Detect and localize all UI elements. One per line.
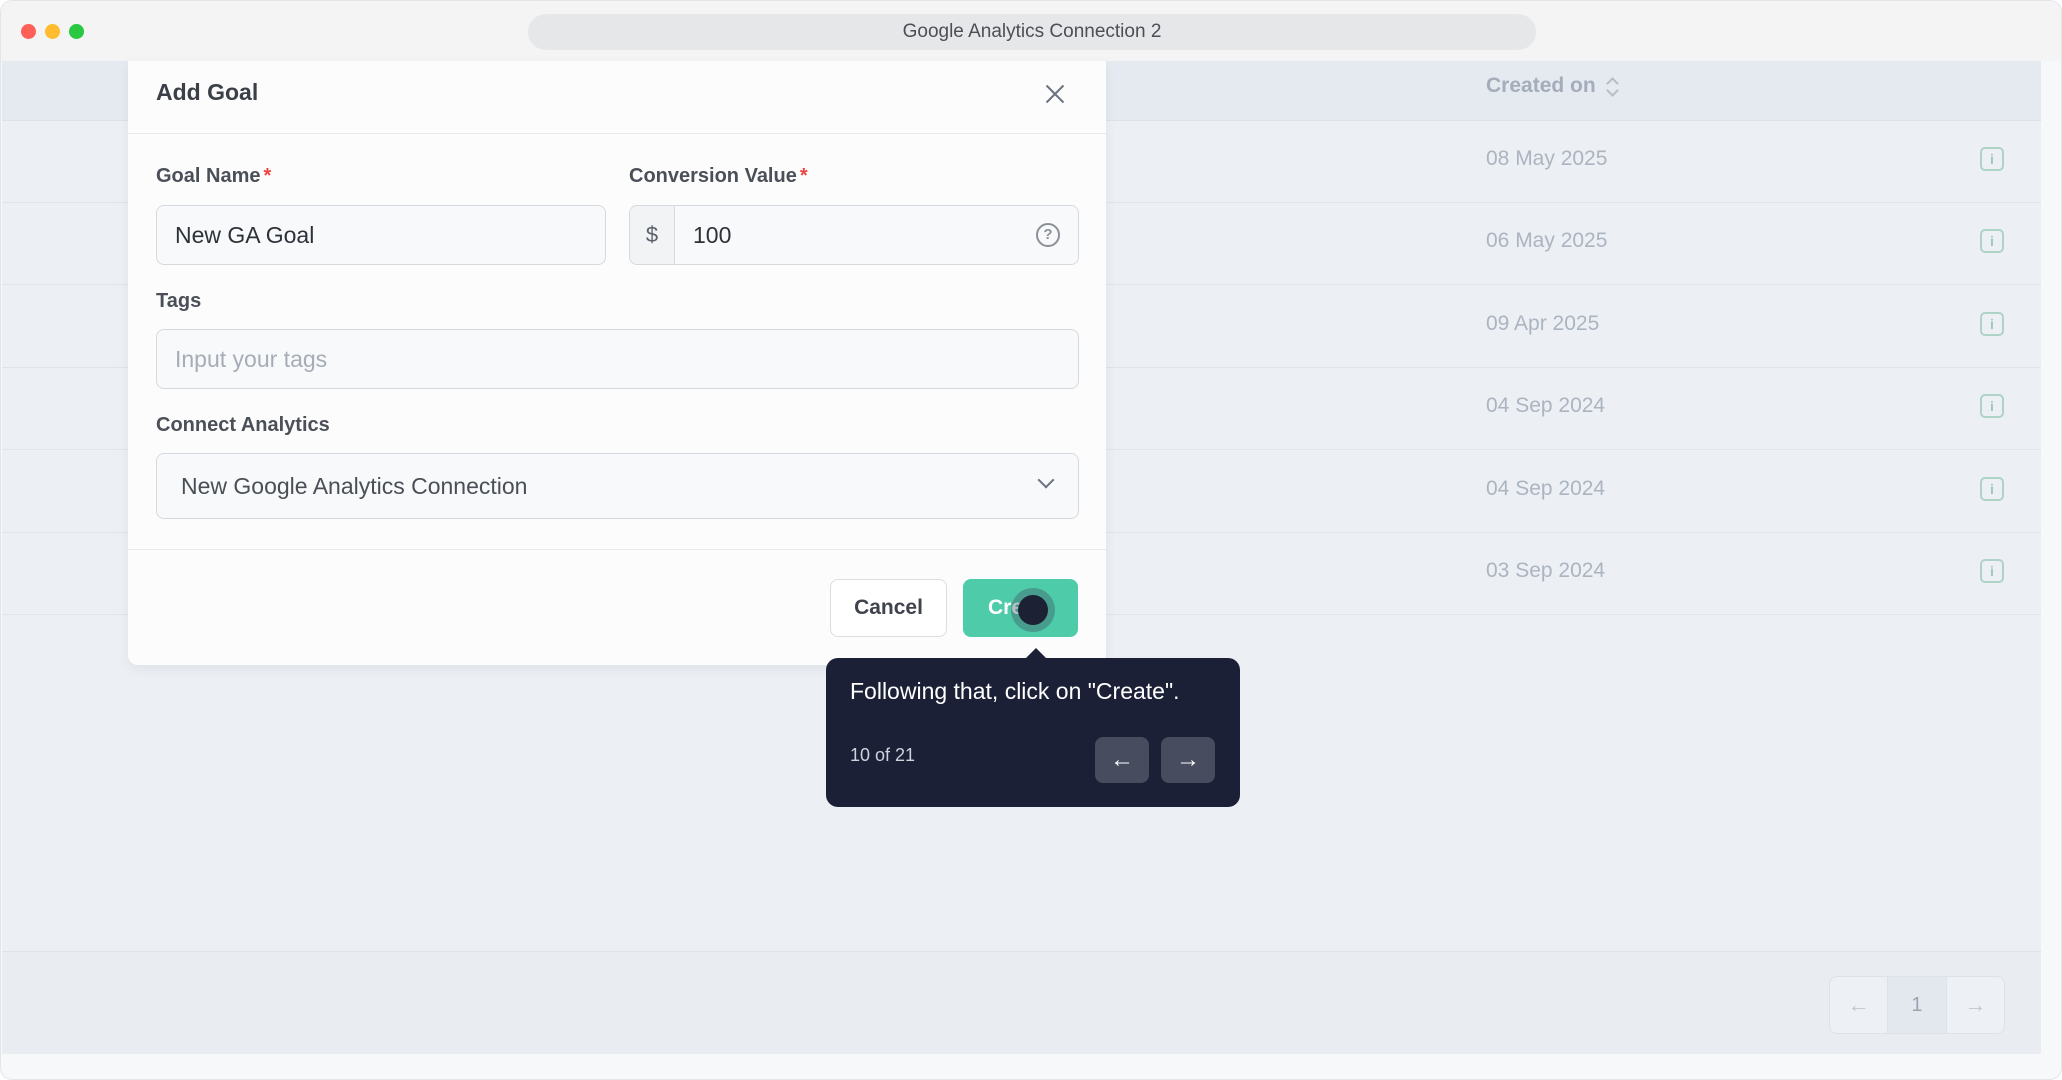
step-counter: 10 of 21 — [850, 745, 916, 765]
maximize-window-dot[interactable] — [69, 24, 84, 39]
guide-tooltip: Following that, click on "Create". 10 of… — [826, 648, 1240, 807]
help-icon[interactable]: ? — [1036, 223, 1060, 247]
pagination-next-button[interactable]: → — [1947, 977, 2004, 1033]
previous-step-button[interactable]: ← — [1095, 737, 1149, 783]
modal-footer: Cancel Cre — [128, 549, 1106, 665]
cursor-dot — [1018, 595, 1048, 625]
conversion-value: 100 — [693, 221, 732, 248]
close-window-dot[interactable] — [21, 24, 36, 39]
info-icon[interactable]: i — [1980, 229, 2004, 253]
modal-title: Add Goal — [156, 79, 259, 105]
info-icon[interactable]: i — [1980, 477, 2004, 501]
chevron-down-icon — [1037, 471, 1055, 489]
close-icon[interactable] — [1040, 79, 1070, 109]
required-asterisk: * — [263, 165, 272, 187]
sort-icon[interactable] — [1606, 75, 1618, 97]
goal-name-label: Goal Name * — [156, 165, 271, 188]
modal-header: Add Goal — [128, 61, 1106, 134]
goal-name-value: New GA Goal — [175, 221, 315, 248]
created-on-label: Created on — [1486, 74, 1596, 97]
app-window: Google Analytics Connection 2 Created on… — [0, 0, 2062, 1080]
conversion-value-input[interactable]: $ 100 ? — [629, 205, 1079, 265]
conversion-value-label: Conversion Value * — [629, 165, 808, 188]
connect-analytics-select[interactable]: New Google Analytics Connection — [156, 453, 1079, 519]
info-icon[interactable]: i — [1980, 394, 2004, 418]
goal-name-label-text: Goal Name — [156, 165, 261, 187]
required-asterisk: * — [799, 165, 808, 187]
connect-analytics-value: New Google Analytics Connection — [181, 472, 528, 499]
info-icon[interactable]: i — [1980, 312, 2004, 336]
created-date: 08 May 2025 — [1486, 147, 1608, 170]
info-icon[interactable]: i — [1980, 147, 2004, 171]
pagination-page-1[interactable]: 1 — [1887, 977, 1947, 1033]
pagination: ← 1 → — [1829, 976, 2005, 1034]
add-goal-modal: Add Goal Goal Name * New GA Goal Conversi… — [128, 61, 1106, 665]
pagination-prev-button[interactable]: ← — [1830, 977, 1887, 1033]
info-icon[interactable]: i — [1980, 559, 2004, 583]
minimize-window-dot[interactable] — [45, 24, 60, 39]
conversion-value-label-text: Conversion Value — [629, 165, 797, 187]
tooltip-text: Following that, click on "Create". — [850, 678, 1180, 704]
tags-label: Tags — [156, 290, 202, 312]
currency-prefix: $ — [630, 206, 675, 264]
table-footer — [2, 951, 2041, 1054]
goal-name-input[interactable]: New GA Goal — [156, 205, 606, 265]
cancel-button[interactable]: Cancel — [830, 579, 947, 637]
next-step-button[interactable]: → — [1161, 737, 1215, 783]
created-on-column-header[interactable]: Created on — [1486, 74, 1618, 98]
title-bar: Google Analytics Connection 2 — [1, 1, 2061, 61]
created-date: 09 Apr 2025 — [1486, 312, 1600, 335]
created-date: 04 Sep 2024 — [1486, 477, 1606, 500]
created-date: 04 Sep 2024 — [1486, 394, 1606, 417]
created-date: 06 May 2025 — [1486, 229, 1608, 252]
connect-analytics-label: Connect Analytics — [156, 414, 330, 436]
tags-input[interactable]: Input your tags — [156, 329, 1079, 389]
tags-placeholder: Input your tags — [175, 345, 328, 372]
created-date: 03 Sep 2024 — [1486, 559, 1606, 582]
window-title: Google Analytics Connection 2 — [528, 14, 1536, 50]
